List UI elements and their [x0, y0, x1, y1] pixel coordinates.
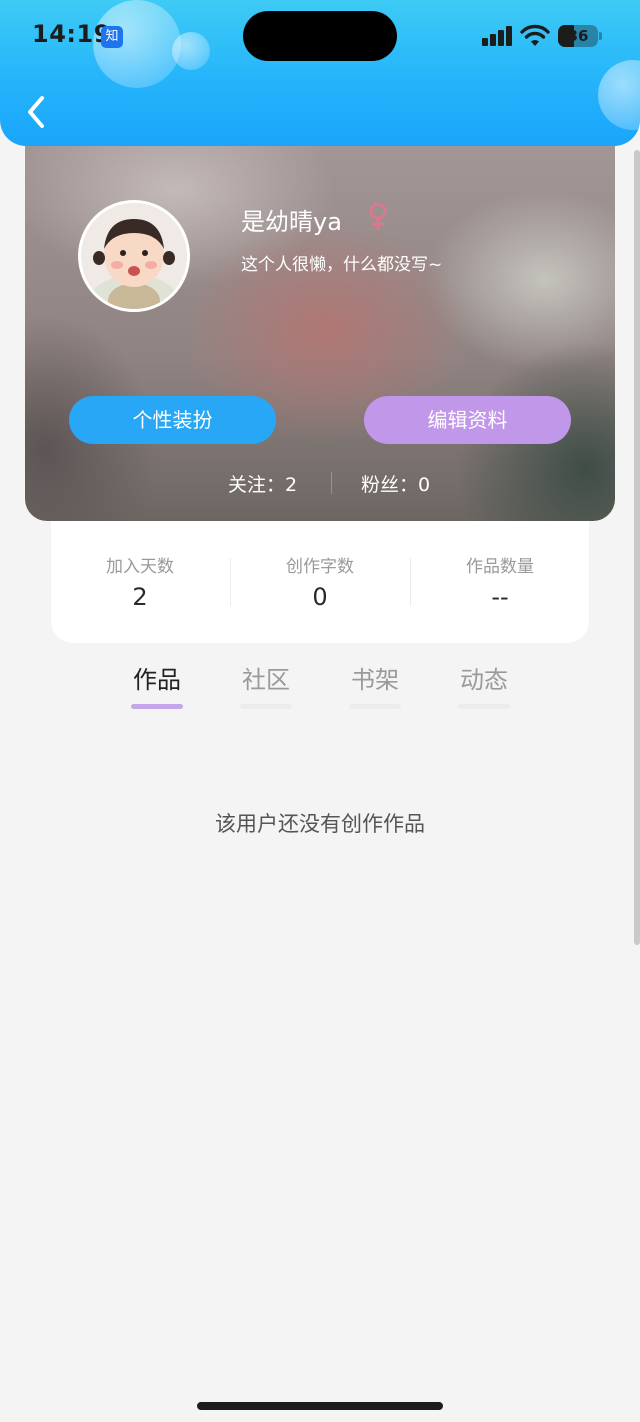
home-indicator[interactable] [197, 1402, 443, 1410]
stat-value: 2 [132, 583, 148, 611]
personal-decoration-button[interactable]: 个性装扮 [69, 396, 276, 444]
stat-label: 创作字数 [286, 557, 354, 577]
tab-underline [240, 704, 292, 709]
battery-level: 36 [567, 27, 589, 45]
tab-activity[interactable]: 动态 [439, 660, 529, 709]
stats-card: 加入天数 2 创作字数 0 作品数量 -- [51, 500, 589, 643]
app-notification-icon: 知 [101, 26, 123, 48]
stat-label: 作品数量 [466, 557, 534, 577]
tab-community[interactable]: 社区 [221, 660, 311, 709]
divider [331, 472, 332, 494]
tab-underline [131, 704, 183, 709]
avatar[interactable] [78, 200, 190, 312]
tab-label: 社区 [242, 666, 290, 694]
status-time: 14:19 [32, 20, 111, 48]
female-icon [369, 202, 387, 230]
tab-bookshelf[interactable]: 书架 [330, 660, 420, 709]
avatar-image [81, 203, 187, 309]
empty-state-message: 该用户还没有创作作品 [215, 812, 425, 836]
tab-underline [349, 704, 401, 709]
bio-text: 这个人很懒，什么都没写~ [241, 255, 443, 275]
tab-works[interactable]: 作品 [112, 660, 202, 709]
signal-icon [482, 26, 514, 46]
top-header: 14:19 知 36 [0, 0, 640, 146]
stat-value: 0 [312, 583, 328, 611]
username: 是幼晴ya [241, 208, 342, 236]
dynamic-island [243, 11, 397, 61]
followers-count[interactable]: 粉丝：0 [361, 470, 430, 497]
battery-nub [599, 32, 602, 40]
following-count[interactable]: 关注：2 [228, 470, 297, 497]
profile-card: 是幼晴ya 这个人很懒，什么都没写~ 个性装扮 编辑资料 关注：2 粉丝：0 [25, 120, 615, 521]
stat-value: -- [491, 583, 509, 611]
edit-profile-button[interactable]: 编辑资料 [364, 396, 571, 444]
stat-works-count: 作品数量 -- [411, 552, 589, 611]
decorative-bubble [172, 32, 210, 70]
battery-icon: 36 [558, 25, 598, 47]
scrollbar[interactable] [634, 150, 640, 945]
back-chevron-icon[interactable] [18, 90, 54, 134]
decorative-bubble [598, 60, 640, 130]
wifi-icon [520, 24, 550, 46]
tab-label: 作品 [133, 666, 181, 694]
tab-label: 动态 [460, 666, 508, 694]
stat-join-days: 加入天数 2 [51, 552, 229, 611]
tab-underline [458, 704, 510, 709]
tab-label: 书架 [351, 666, 399, 694]
stat-word-count: 创作字数 0 [231, 552, 409, 611]
stat-label: 加入天数 [106, 557, 174, 577]
